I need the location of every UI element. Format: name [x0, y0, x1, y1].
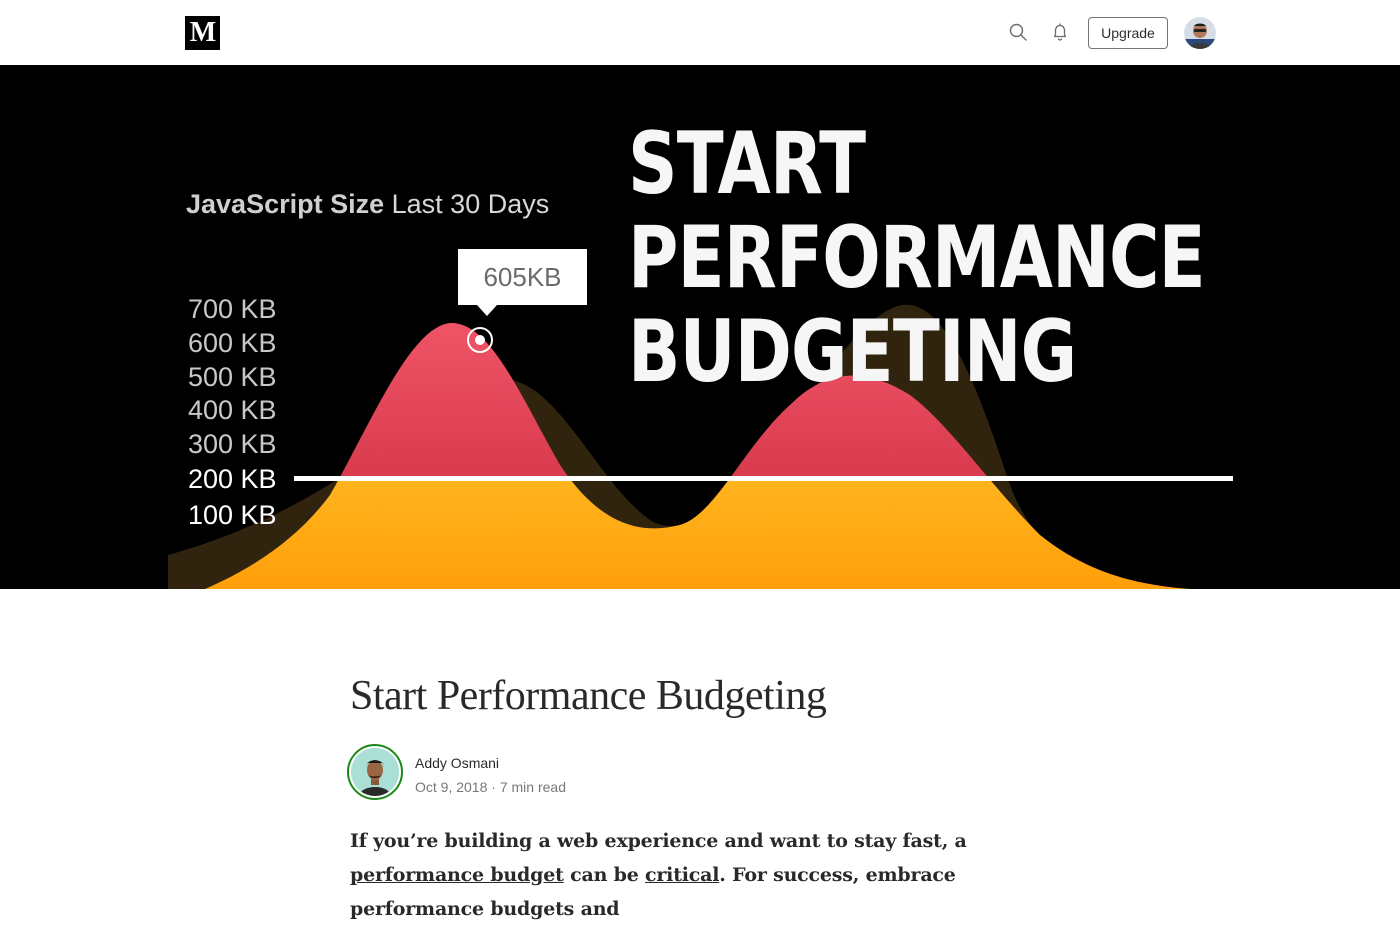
upgrade-button[interactable]: Upgrade: [1088, 17, 1168, 49]
hero-image: JavaScript Size Last 30 Days 700 KB 600 …: [0, 65, 1400, 589]
publish-date: Oct 9, 2018: [415, 779, 488, 795]
user-avatar[interactable]: [1184, 17, 1216, 49]
budget-line: [294, 476, 1233, 481]
y-tick-label: 600 KB: [188, 328, 277, 358]
y-tick-label: 300 KB: [188, 429, 277, 459]
chart-title: JavaScript Size Last 30 Days: [186, 189, 549, 220]
top-nav: M Upgrade: [0, 0, 1400, 65]
critical-link[interactable]: critical: [645, 864, 719, 886]
author-avatar[interactable]: [347, 744, 403, 800]
medium-logo[interactable]: M: [185, 16, 220, 50]
search-icon[interactable]: [1006, 20, 1030, 44]
hero-heading-line: START: [628, 114, 866, 214]
chart-title-rest: Last 30 Days: [391, 189, 550, 219]
article-meta: Oct 9, 2018 · 7 min read: [415, 779, 566, 795]
intro-text: can be: [563, 864, 645, 886]
y-tick-label: 700 KB: [188, 294, 277, 324]
hero-heading: START PERFORMANCE BUDGETING: [628, 114, 1206, 402]
article-intro: If you’re building a web experience and …: [350, 824, 1050, 926]
author-name[interactable]: Addy Osmani: [415, 755, 499, 771]
read-time: 7 min read: [499, 779, 566, 795]
article-title: Start Performance Budgeting: [350, 673, 827, 719]
intro-text: If you’re building a web experience and …: [350, 830, 967, 852]
meta-separator: ·: [491, 779, 496, 795]
hero-heading-line: BUDGETING: [628, 302, 1077, 402]
performance-budget-link[interactable]: performance budget: [350, 864, 564, 886]
bell-icon[interactable]: [1048, 20, 1072, 44]
peak-tooltip: 605KB: [458, 249, 587, 316]
y-tick-label: 200 KB: [188, 464, 277, 494]
y-tick-label: 400 KB: [188, 395, 277, 425]
y-tick-label: 100 KB: [188, 500, 277, 530]
hero-heading-line: PERFORMANCE: [628, 208, 1206, 308]
y-tick-label: 500 KB: [188, 362, 277, 392]
chart-title-bold: JavaScript Size: [186, 189, 385, 219]
